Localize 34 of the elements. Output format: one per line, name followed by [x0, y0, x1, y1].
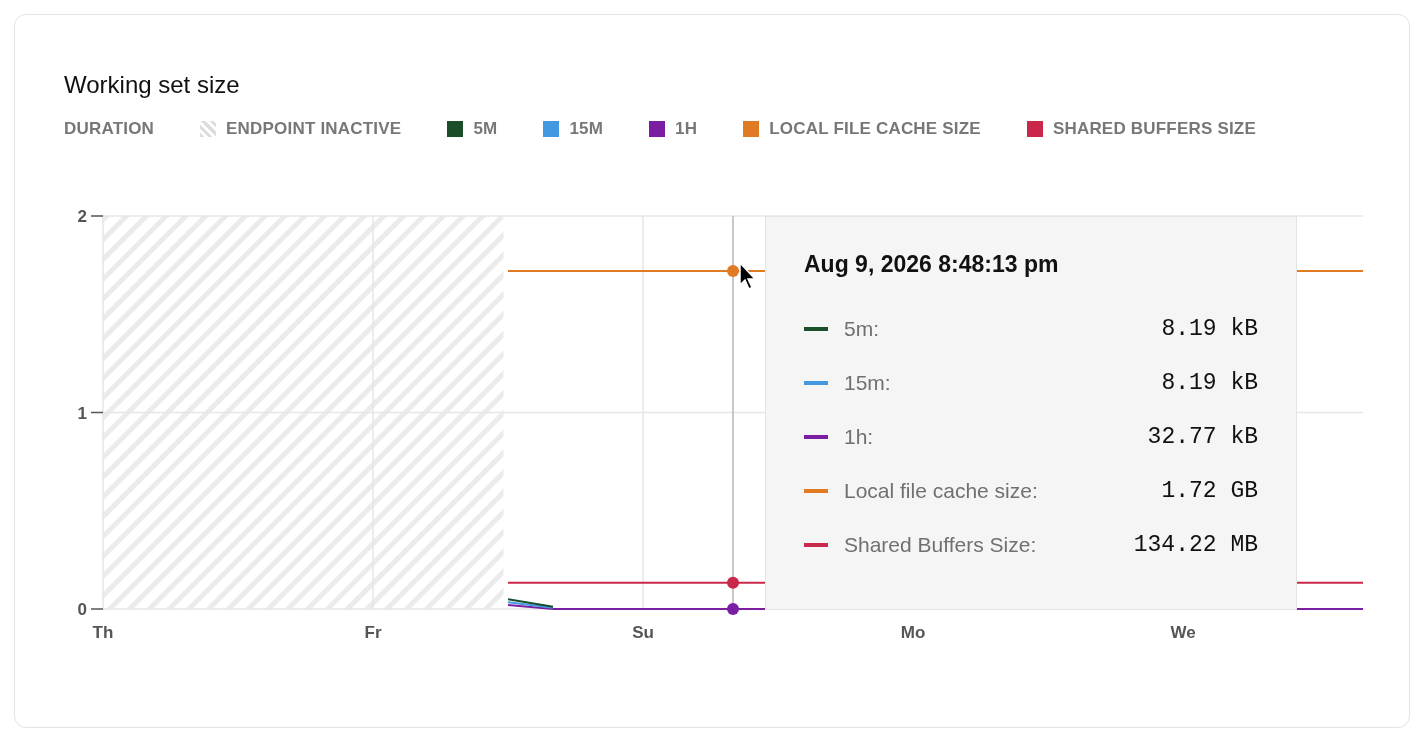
legend-item-label[interactable]: 15M [569, 119, 604, 139]
tooltip-series-label: Shared Buffers Size: [844, 533, 1038, 557]
tooltip-series-label: 1h: [844, 425, 875, 449]
hover-point [727, 603, 739, 615]
x-tick-label: Fr [364, 623, 382, 642]
x-tick-label: Su [632, 623, 654, 642]
y-tick: 1 [77, 403, 104, 423]
x-tick-label: Mo [900, 623, 926, 642]
legend-item-label[interactable]: 1H [675, 119, 698, 139]
y-tick-label: 0 [77, 600, 87, 619]
y-tick: 0 [77, 600, 104, 619]
tooltip-series-value: 8.19 kB [1160, 316, 1258, 342]
chart-title: Working set size [64, 71, 241, 99]
legend-label: DURATION [64, 119, 155, 139]
y-tick-label: 1 [77, 403, 87, 423]
tooltip-series-label: 15m: [844, 371, 892, 395]
y-tick-label: 2 [77, 207, 87, 226]
tooltip-series-value: 32.77 kB [1146, 424, 1258, 450]
legend-item-label[interactable]: ENDPOINT INACTIVE [226, 119, 402, 139]
hover-point [727, 576, 739, 589]
tooltip-series-value: 8.19 kB [1160, 370, 1258, 396]
hatch-swatch-icon [200, 121, 217, 137]
legend-item-label[interactable]: LOCAL FILE CACHE SIZE [769, 119, 981, 139]
x-tick-label: Th [92, 623, 114, 642]
tooltip-series-label: 5m: [844, 317, 880, 341]
tooltip-series-label: Local file cache size: [844, 479, 1038, 503]
legend-item-label[interactable]: SHARED BUFFERS SIZE [1052, 119, 1256, 139]
hover-point [727, 265, 739, 277]
tooltip-series-value: 134.22 MB [1132, 532, 1258, 558]
tooltip-series-value: 1.72 GB [1160, 478, 1258, 504]
x-tick-label: We [1170, 623, 1196, 642]
y-tick: 2 [77, 207, 104, 226]
tooltip-date: Aug 9, 2026 8:48:13 pm [804, 251, 1059, 278]
legend-item-label[interactable]: 5M [473, 119, 498, 139]
